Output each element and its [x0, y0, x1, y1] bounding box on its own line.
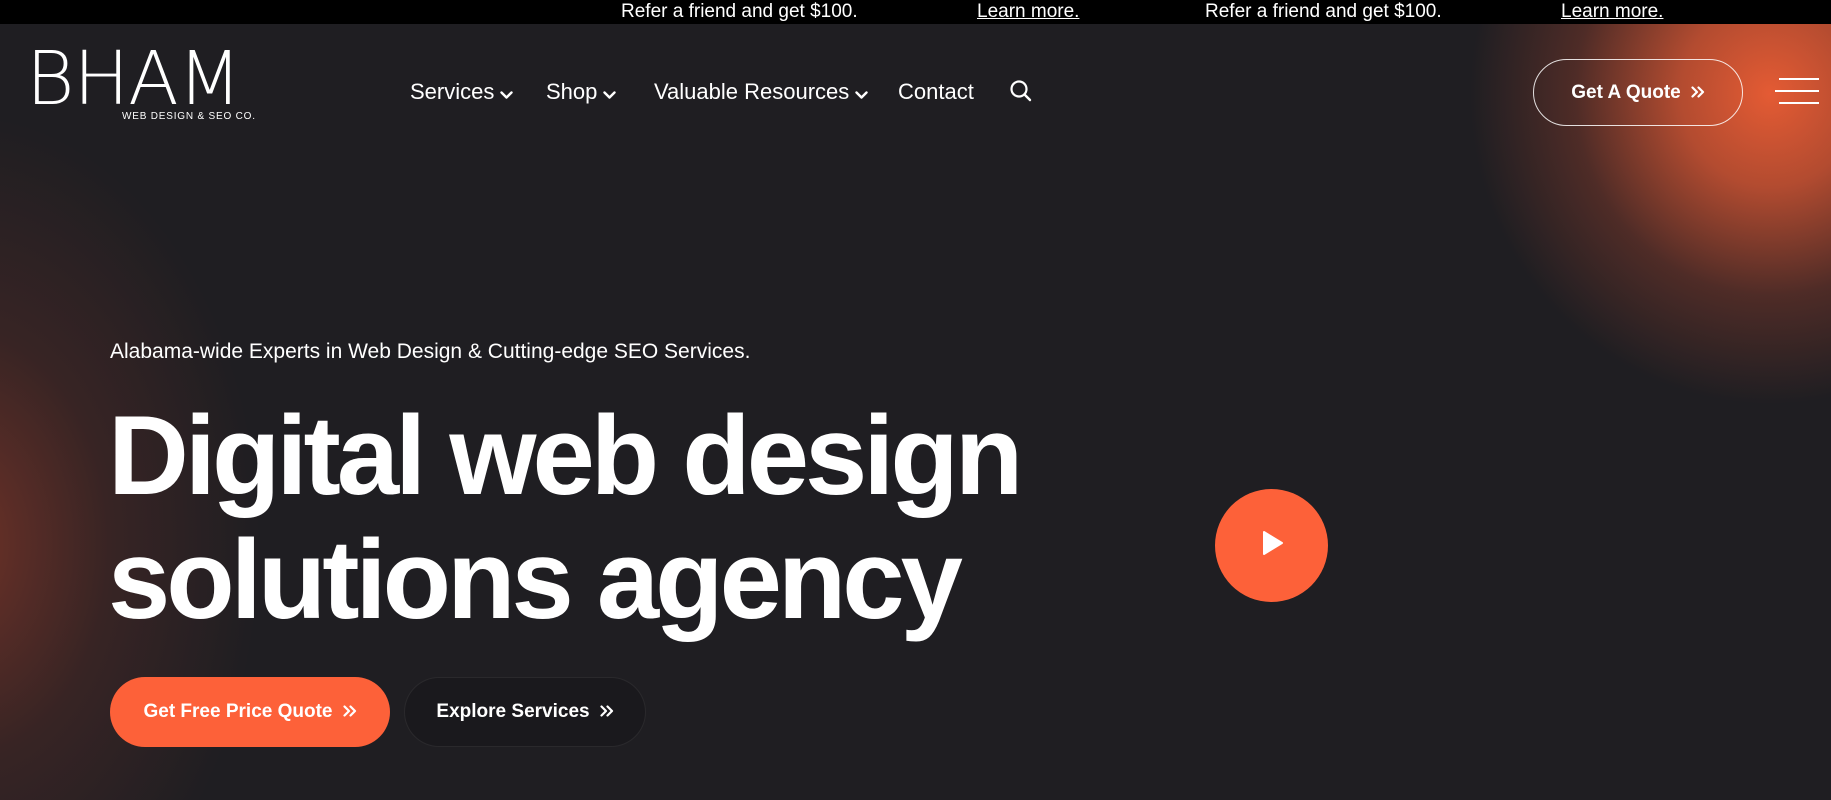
announcement-text: Refer a friend and get $100.: [1205, 1, 1442, 22]
play-icon: [1259, 529, 1285, 562]
learn-more-link[interactable]: Learn more.: [977, 0, 1079, 23]
hero-headline: Digital web design solutions agency: [108, 394, 1108, 642]
nav-item-shop[interactable]: Shop: [546, 75, 617, 110]
double-chevron-right-icon: [342, 701, 357, 723]
search-icon[interactable]: [1008, 78, 1034, 104]
logo-wordmark: BHAM: [26, 36, 242, 122]
get-free-price-quote-button[interactable]: Get Free Price Quote: [110, 677, 390, 747]
hamburger-menu-icon[interactable]: [1775, 75, 1819, 109]
chevron-down-icon: [603, 76, 617, 110]
logo-subtitle: WEB DESIGN & SEO CO.: [122, 111, 256, 122]
nav-item-contact[interactable]: Contact: [898, 75, 974, 109]
double-chevron-right-icon: [1691, 82, 1705, 104]
get-a-quote-button[interactable]: Get A Quote: [1533, 59, 1743, 126]
play-video-button[interactable]: [1215, 489, 1328, 602]
hero-tagline: Alabama-wide Experts in Web Design & Cut…: [110, 340, 751, 363]
button-label: Explore Services: [436, 701, 590, 722]
button-label: Get A Quote: [1571, 81, 1681, 103]
chevron-down-icon: [500, 76, 514, 110]
button-label: Get Free Price Quote: [143, 701, 333, 722]
chevron-down-icon: [855, 76, 868, 110]
nav-item-services[interactable]: Services: [410, 75, 514, 110]
site-logo[interactable]: BHAM WEB DESIGN & SEO CO.: [26, 42, 266, 122]
learn-more-link[interactable]: Learn more.: [1561, 0, 1663, 23]
headline-line: Digital web design: [108, 393, 1023, 518]
headline-line: solutions agency: [108, 517, 963, 642]
nav-item-valuable-resources[interactable]: Valuable Resources: [654, 75, 868, 110]
nav-item-label: Shop: [546, 79, 598, 104]
nav-item-label: Services: [410, 79, 495, 104]
announcement-bar: Refer a friend and get $100. Learn more.…: [0, 0, 1831, 24]
nav-item-label: Valuable Resources: [654, 79, 850, 104]
announcement-text: Refer a friend and get $100.: [621, 1, 858, 22]
double-chevron-right-icon: [599, 701, 614, 723]
nav-item-label: Contact: [898, 79, 974, 104]
explore-services-button[interactable]: Explore Services: [404, 677, 646, 747]
